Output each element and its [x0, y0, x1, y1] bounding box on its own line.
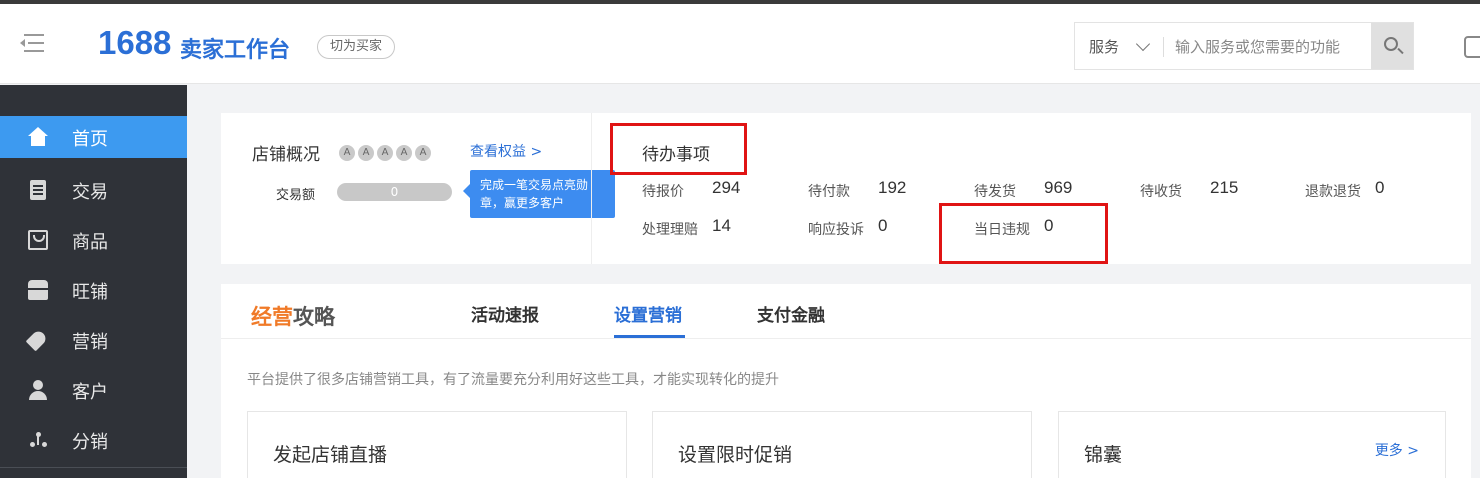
highlight-box-violations — [939, 203, 1108, 264]
todo-label: 待报价 — [642, 184, 684, 200]
highlight-box-todo-title — [610, 123, 747, 175]
logo-seller-workbench: 卖家工作台 — [180, 38, 291, 63]
sidebar: 首页 交易 商品 旺铺 营销 客户 分销 — [0, 85, 187, 478]
top-header: 1688 卖家工作台 切为买家 服务 — [0, 4, 1480, 84]
sidebar-item-label: 营销 — [72, 332, 108, 353]
sidebar-item-trade[interactable]: 交易 — [0, 169, 187, 211]
todo-label: 退款退货 — [1305, 184, 1361, 200]
tool-card-tips: 锦囊 更多 > — [1058, 411, 1446, 478]
tool-card-title: 发起店铺直播 — [273, 444, 388, 466]
user-icon — [28, 380, 48, 400]
card-divider — [591, 113, 592, 264]
level-star-icon: A — [358, 145, 374, 161]
sidebar-item-label: 商品 — [72, 232, 108, 253]
tab-set-marketing[interactable]: 设置营销 — [614, 301, 682, 326]
overview-card: 店铺概况 AAAAA 查看权益 > 交易额 0 完成一笔交易点亮勋章，赢更多客户… — [221, 113, 1471, 264]
todo-label: 待收货 — [1140, 184, 1182, 200]
sidebar-item-label: 交易 — [72, 182, 108, 203]
share-icon — [28, 430, 48, 450]
search-box: 服务 — [1074, 22, 1414, 70]
level-star-icon: A — [339, 145, 355, 161]
todo-item-pending-quote[interactable]: 待报价 294 — [642, 178, 740, 201]
todo-count: 969 — [1044, 178, 1073, 197]
todo-label: 响应投诉 — [808, 222, 864, 238]
tool-card-title: 锦囊 — [1084, 444, 1123, 466]
shop-overview-title: 店铺概况 — [252, 145, 320, 165]
trade-amount-label: 交易额 — [276, 188, 316, 203]
medal-tooltip: 完成一笔交易点亮勋章，赢更多客户 — [463, 170, 615, 218]
view-rights-link[interactable]: 查看权益 > — [470, 141, 542, 161]
todo-count: 14 — [712, 216, 731, 235]
todo-item-pending-receipt[interactable]: 待收货 215 — [1140, 178, 1238, 201]
sidebar-item-customer[interactable]: 客户 — [0, 369, 187, 411]
chevron-down-icon[interactable] — [1135, 36, 1151, 52]
strategy-logo: 经营攻略 — [251, 305, 335, 329]
shop-icon — [28, 280, 48, 300]
search-input[interactable] — [1175, 33, 1365, 61]
tab-activity-news[interactable]: 活动速报 — [471, 301, 539, 326]
clipboard-icon — [30, 180, 46, 200]
todo-item-refund-return[interactable]: 退款退货 0 — [1305, 178, 1384, 201]
menu-collapse-icon[interactable] — [20, 34, 44, 52]
level-star-icon: A — [396, 145, 412, 161]
todo-count: 0 — [1375, 178, 1385, 197]
bag-icon — [28, 230, 48, 250]
sidebar-item-home[interactable]: 首页 — [0, 116, 187, 158]
sidebar-item-label: 客户 — [72, 382, 108, 403]
sidebar-item-label: 分销 — [72, 432, 108, 453]
todo-count: 0 — [878, 216, 888, 235]
level-star-icon: A — [377, 145, 393, 161]
todo-count: 294 — [712, 178, 741, 197]
todo-count: 192 — [878, 178, 907, 197]
switch-to-buyer-button[interactable]: 切为买家 — [317, 35, 396, 59]
todo-item-pending-payment[interactable]: 待付款 192 — [808, 178, 906, 201]
logo-1688[interactable]: 1688 — [98, 24, 171, 62]
strategy-description: 平台提供了很多店铺营销工具，有了流量要充分利用好这些工具，才能实现转化的提升 — [247, 372, 779, 388]
sidebar-item-label: 首页 — [72, 129, 108, 150]
tag-icon — [25, 328, 49, 352]
trade-amount-bar: 0 — [337, 183, 452, 201]
sidebar-item-shop[interactable]: 旺铺 — [0, 269, 187, 311]
tab-payment-finance[interactable]: 支付金融 — [757, 301, 825, 326]
search-category-select[interactable]: 服务 — [1089, 36, 1119, 57]
strategy-card: 经营攻略 活动速报 设置营销 支付金融 平台提供了很多店铺营销工具，有了流量要充… — [221, 284, 1471, 478]
shop-level-stars: AAAAA — [339, 140, 434, 161]
message-icon[interactable] — [1464, 36, 1480, 58]
tool-card-live[interactable]: 发起店铺直播 — [247, 411, 627, 478]
tool-card-title: 设置限时促销 — [678, 444, 793, 466]
search-button[interactable] — [1371, 23, 1413, 69]
strategy-tabs-bar: 经营攻略 活动速报 设置营销 支付金融 — [221, 284, 1471, 339]
todo-item-claims[interactable]: 处理理赔 14 — [642, 216, 731, 239]
sidebar-item-goods[interactable]: 商品 — [0, 219, 187, 261]
todo-label: 待付款 — [808, 184, 850, 200]
level-star-icon: A — [415, 145, 431, 161]
sidebar-divider — [0, 467, 187, 468]
todo-item-pending-shipment[interactable]: 待发货 969 — [974, 178, 1072, 201]
sidebar-item-label: 旺铺 — [72, 282, 108, 303]
active-tab-indicator — [614, 335, 685, 338]
sidebar-item-distribution[interactable]: 分销 — [0, 419, 187, 461]
sidebar-item-marketing[interactable]: 营销 — [0, 319, 187, 361]
search-separator — [1163, 37, 1164, 57]
home-icon — [28, 127, 48, 147]
todo-label: 待发货 — [974, 184, 1016, 200]
search-icon — [1384, 37, 1398, 51]
todo-item-complaints[interactable]: 响应投诉 0 — [808, 216, 887, 239]
todo-label: 处理理赔 — [642, 222, 698, 238]
tool-card-flash-sale[interactable]: 设置限时促销 — [652, 411, 1032, 478]
todo-count: 215 — [1210, 178, 1239, 197]
more-link[interactable]: 更多 > — [1375, 440, 1419, 460]
